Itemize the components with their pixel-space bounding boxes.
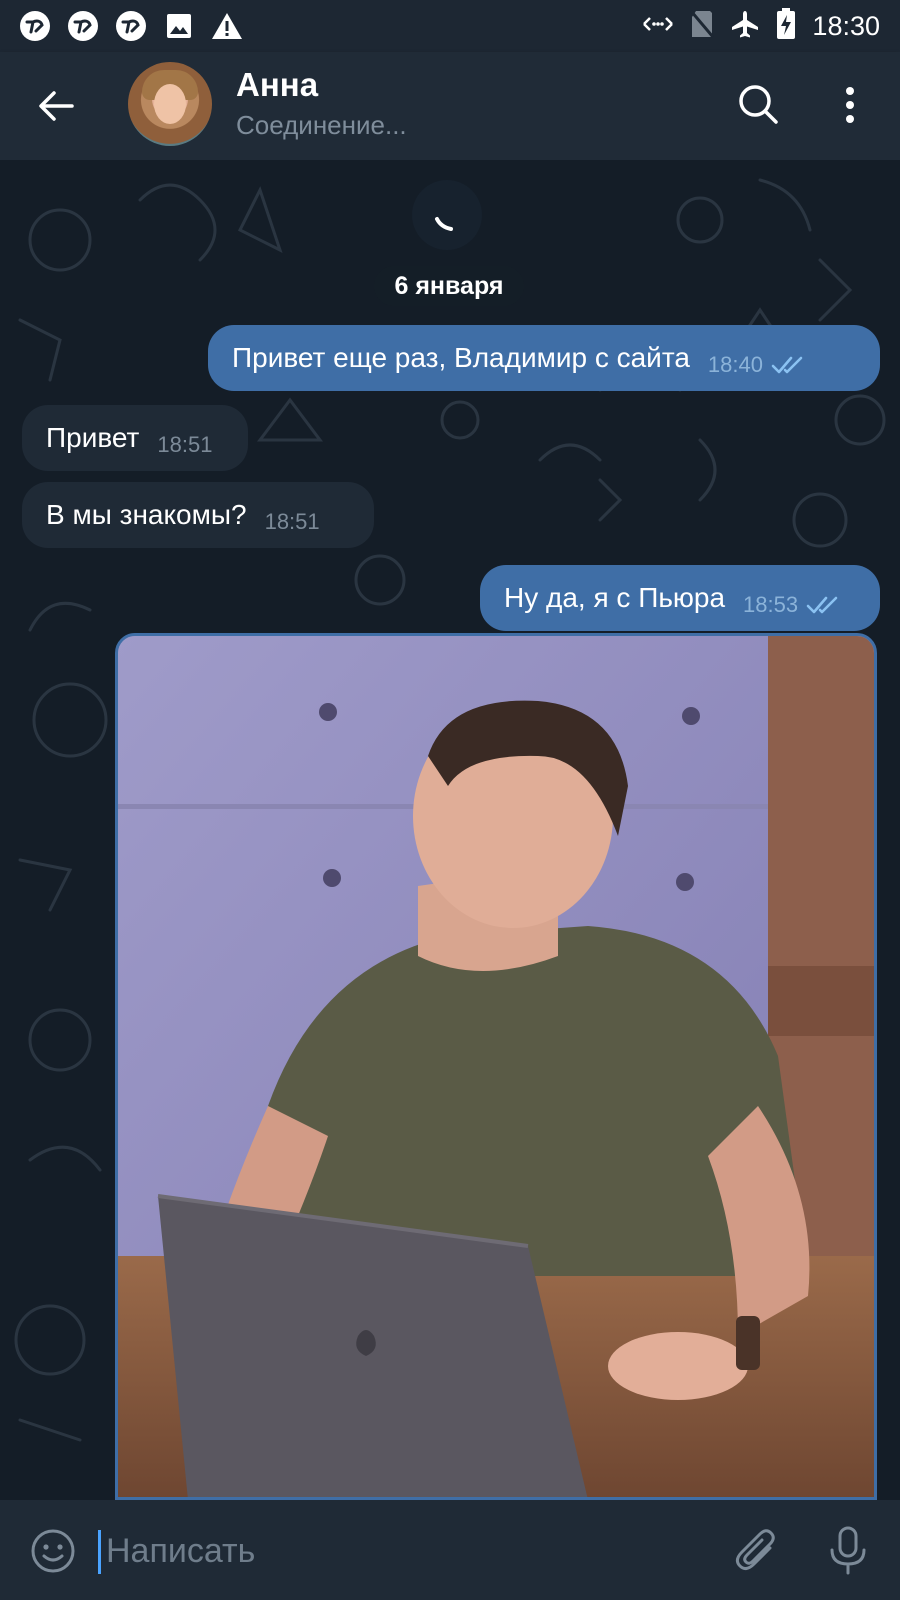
outgoing-message[interactable]: Привет еще раз, Владимир с сайта 18:40: [208, 325, 880, 391]
contact-name[interactable]: Анна: [236, 66, 318, 104]
data-arrows-icon: [642, 13, 674, 40]
app-notification-icon: [18, 9, 52, 43]
contact-avatar[interactable]: [128, 62, 212, 146]
message-time: 18:51: [157, 432, 213, 457]
back-button[interactable]: [32, 82, 80, 130]
message-time: 18:53: [743, 592, 799, 617]
message-text: Привет еще раз, Владимир с сайта: [232, 342, 690, 373]
image-icon: [162, 9, 196, 43]
message-time: 18:40: [707, 352, 763, 377]
overflow-menu-button[interactable]: [828, 80, 872, 130]
more-vertical-icon: [846, 87, 854, 95]
arrow-left-icon: [39, 91, 74, 121]
emoji-button[interactable]: [30, 1528, 76, 1574]
incoming-message[interactable]: В мы знакомы? 18:51: [22, 482, 374, 548]
message-input[interactable]: [104, 1522, 688, 1580]
connection-status: Соединение...: [236, 110, 407, 140]
status-bar: 18:30: [0, 0, 900, 52]
status-bar-system: 18:30: [642, 7, 880, 45]
search-button[interactable]: [734, 80, 784, 130]
message-text: Ну да, я с Пьюра: [504, 582, 726, 613]
loading-icon: [435, 217, 453, 231]
battery-charging-icon: [776, 7, 796, 45]
message-text: Привет: [46, 422, 140, 453]
message-text: В мы знакомы?: [46, 499, 247, 530]
no-sim-icon: [690, 9, 715, 44]
incoming-message[interactable]: Привет 18:51: [22, 405, 248, 471]
warning-icon: [210, 9, 244, 43]
photo-message[interactable]: [115, 633, 877, 1500]
search-icon: [739, 85, 778, 124]
message-time: 18:51: [264, 509, 320, 534]
date-separator: 6 января: [374, 266, 524, 306]
message-list[interactable]: 6 января Привет еще раз, Владимир с сайт…: [0, 160, 900, 1500]
double-check-icon: [806, 596, 838, 614]
photo-image: [118, 636, 874, 1497]
double-check-icon: [771, 356, 803, 374]
paperclip-icon: [735, 1529, 775, 1571]
text-caret: [98, 1530, 101, 1574]
emoji-icon: [31, 1529, 75, 1573]
voice-record-button[interactable]: [824, 1526, 872, 1576]
chat-header: Анна Соединение...: [0, 52, 900, 160]
microphone-icon: [830, 1526, 866, 1575]
app-notification-icon: [66, 9, 100, 43]
message-composer: [0, 1500, 900, 1600]
clock: 18:30: [812, 10, 880, 41]
loading-spinner: [412, 180, 482, 250]
app-notification-icon: [114, 9, 148, 43]
attach-button[interactable]: [734, 1528, 780, 1574]
status-bar-notifications: [18, 9, 244, 43]
outgoing-message[interactable]: Ну да, я с Пьюра 18:53: [480, 565, 880, 631]
airplane-icon: [730, 9, 760, 44]
